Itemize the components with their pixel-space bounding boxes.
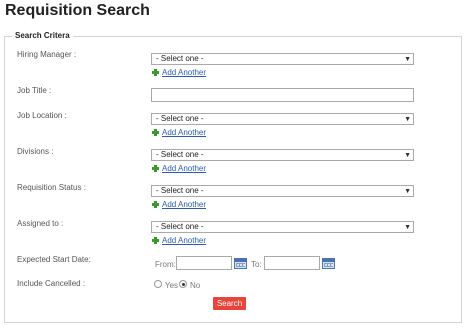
- plus-icon: [152, 69, 159, 76]
- job-location-select[interactable]: - Select one - ▼: [151, 113, 414, 125]
- assigned-to-select-value: - Select one -: [156, 222, 204, 231]
- requisition-status-label: Requisition Status :: [17, 183, 86, 192]
- hiring-manager-add-another[interactable]: Add Another: [152, 68, 206, 77]
- calendar-icon[interactable]: [234, 258, 247, 269]
- add-another-link[interactable]: Add Another: [162, 236, 206, 245]
- assigned-to-label: Assigned to :: [17, 219, 64, 228]
- requisition-status-select-value: - Select one -: [156, 186, 204, 195]
- include-cancelled-yes-label: Yes: [165, 281, 179, 290]
- include-cancelled-no-radio[interactable]: [179, 280, 187, 288]
- divisions-add-another[interactable]: Add Another: [152, 164, 206, 173]
- add-another-link[interactable]: Add Another: [162, 68, 206, 77]
- add-another-link[interactable]: Add Another: [162, 164, 206, 173]
- assigned-to-select[interactable]: - Select one - ▼: [151, 221, 414, 233]
- start-date-to-input[interactable]: [264, 256, 320, 270]
- chevron-down-icon: ▼: [404, 188, 411, 195]
- plus-icon: [152, 165, 159, 172]
- chevron-down-icon: ▼: [404, 56, 411, 63]
- include-cancelled-no-label: No: [190, 281, 201, 290]
- job-title-label: Job Title :: [17, 86, 52, 95]
- to-label: To:: [251, 260, 262, 269]
- add-another-link[interactable]: Add Another: [162, 200, 206, 209]
- search-button[interactable]: Search: [213, 297, 246, 310]
- divisions-select-value: - Select one -: [156, 150, 204, 159]
- plus-icon: [152, 201, 159, 208]
- job-title-input[interactable]: [151, 88, 414, 102]
- from-label: From:: [155, 260, 176, 269]
- plus-icon: [152, 237, 159, 244]
- calendar-icon[interactable]: [322, 258, 335, 269]
- start-date-from-input[interactable]: [176, 256, 232, 270]
- requisition-status-select[interactable]: - Select one - ▼: [151, 185, 414, 197]
- divisions-select[interactable]: - Select one - ▼: [151, 149, 414, 161]
- assigned-to-add-another[interactable]: Add Another: [152, 236, 206, 245]
- requisition-status-add-another[interactable]: Add Another: [152, 200, 206, 209]
- chevron-down-icon: ▼: [404, 152, 411, 159]
- hiring-manager-select-value: - Select one -: [156, 54, 204, 63]
- plus-icon: [152, 129, 159, 136]
- hiring-manager-label: Hiring Manager :: [17, 50, 77, 59]
- include-cancelled-label: Include Cancelled :: [17, 279, 86, 288]
- divisions-label: Divisions :: [17, 147, 54, 156]
- expected-start-date-label: Expected Start Date:: [17, 255, 91, 264]
- add-another-link[interactable]: Add Another: [162, 128, 206, 137]
- search-criteria-legend: Search Critera: [12, 31, 73, 40]
- chevron-down-icon: ▼: [404, 224, 411, 231]
- job-location-select-value: - Select one -: [156, 114, 204, 123]
- page-title: Requisition Search: [5, 2, 150, 19]
- job-location-add-another[interactable]: Add Another: [152, 128, 206, 137]
- include-cancelled-yes-radio[interactable]: [154, 280, 162, 288]
- hiring-manager-select[interactable]: - Select one - ▼: [151, 53, 414, 65]
- job-location-label: Job Location :: [17, 111, 67, 120]
- chevron-down-icon: ▼: [404, 116, 411, 123]
